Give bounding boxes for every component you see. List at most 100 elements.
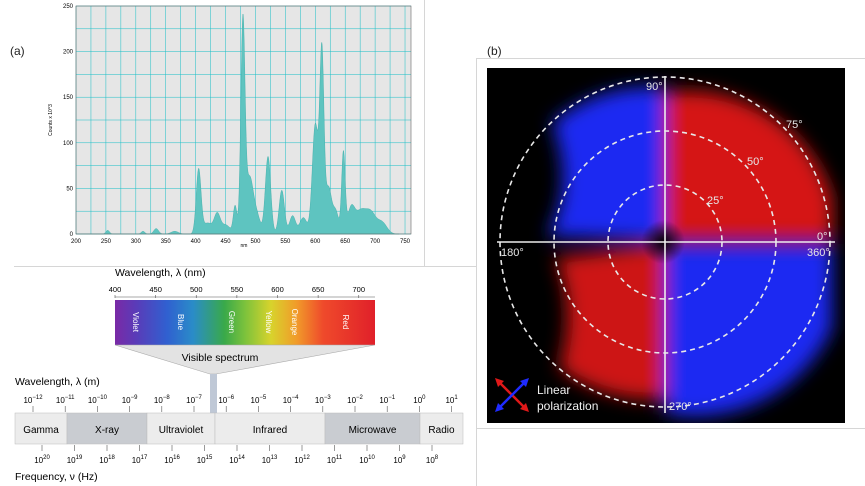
frame-line [476, 58, 477, 486]
wavelength-m-tick-label: 10−1 [379, 395, 395, 405]
x-tick-label: 250 [101, 239, 112, 245]
x-tick-label: 650 [340, 239, 351, 245]
x-tick-label: 350 [161, 239, 172, 245]
red-lobe-lower-left [555, 244, 665, 399]
frequency-tick-label: 1016 [164, 455, 180, 465]
angle-label-0: 0° [817, 231, 828, 243]
wavelength-m-tick-label: 10−9 [122, 395, 138, 405]
frequency-tick-label: 1019 [67, 455, 83, 465]
x-tick-label: 300 [131, 239, 142, 245]
visible-band-marker [210, 374, 217, 418]
emission-spectrum-chart: 200 250 300 350 400 450 500 550 600 650 700 750 0 50… [48, 4, 412, 249]
frequency-tick-label: 1012 [294, 455, 310, 465]
band-label: Gamma [23, 425, 59, 436]
em-spectrum-diagram: Wavelength, λ (nm) 400 450 500 550 600 650 700… [14, 267, 464, 483]
frequency-tick-label: 108 [426, 455, 439, 465]
nm-tick-labels: 400 450 500 550 600 650 700 [109, 285, 365, 298]
nm-tick-label: 500 [190, 285, 203, 294]
wavelength-m-tick-label: 10−8 [154, 395, 170, 405]
angle-label-270: 270° [669, 401, 692, 413]
frequency-tick-label: 109 [393, 455, 406, 465]
panel-label-b: (b) [487, 44, 502, 58]
wavelength-m-tick-labels: 10−12 10−11 10−10 10−9 10−8 10−7 10−6 10−5 10−4 1… [23, 395, 458, 412]
x-tick-label: 400 [191, 239, 202, 245]
frequency-title: Frequency, ν (Hz) [15, 471, 98, 483]
nm-tick-label: 450 [149, 285, 162, 294]
wavelength-m-tick-label: 10−4 [283, 395, 299, 405]
frequency-tick-label: 1018 [99, 455, 115, 465]
visible-spectrum-label: Visible spectrum [182, 352, 259, 364]
frame-line [424, 0, 425, 266]
frequency-tick-label: 1014 [229, 455, 245, 465]
wavelength-m-title: Wavelength, λ (m) [15, 376, 100, 388]
x-tick-label: 450 [221, 239, 232, 245]
angle-label-90: 90° [646, 81, 663, 93]
wavelength-m-tick-label: 10−5 [251, 395, 267, 405]
angle-label-180: 180° [501, 247, 524, 259]
frame-line [476, 428, 865, 429]
y-tick-label: 250 [63, 4, 74, 10]
y-axis-label: Counts x 10^3 [48, 104, 54, 136]
wavelength-m-tick-label: 10−2 [347, 395, 363, 405]
legend-polarization: polarization [537, 399, 598, 413]
nm-tick-label: 700 [352, 285, 365, 294]
frame-line [476, 58, 865, 59]
lobes [547, 87, 832, 417]
wavelength-m-tick-label: 10−7 [186, 395, 202, 405]
polar-svg: 90° 75° 50° 25° 0° 180° 360° 270° Linear… [495, 76, 835, 417]
nm-tick-label: 650 [312, 285, 325, 294]
legend-linear: Linear [537, 383, 570, 397]
color-name-label: Green [227, 311, 236, 333]
polarization-map: 90° 75° 50° 25° 0° 180° 360° 270° Linear… [487, 68, 845, 423]
band-label: Ultraviolet [159, 425, 204, 436]
y-tick-label: 50 [66, 186, 73, 192]
ring-label-25: 25° [707, 195, 724, 207]
angle-label-360: 360° [807, 247, 830, 259]
ring-label-75: 75° [786, 119, 803, 131]
nm-tick-label: 550 [231, 285, 244, 294]
frequency-tick-labels: 1020 1019 1018 1017 1016 1015 1014 1013 1012 1011… [34, 445, 439, 465]
color-name-label: Orange [290, 309, 299, 336]
frequency-tick-label: 1013 [262, 455, 278, 465]
color-name-label: Violet [131, 312, 140, 333]
wavelength-m-tick-label: 101 [445, 395, 458, 405]
color-name-label: Yellow [264, 311, 273, 334]
frequency-tick-label: 1020 [34, 455, 50, 465]
x-tick-label: 200 [71, 239, 82, 245]
wavelength-m-tick-label: 10−6 [218, 395, 234, 405]
nm-tick-label: 400 [109, 285, 122, 294]
frequency-tick-label: 1010 [359, 455, 375, 465]
y-tick-label: 150 [63, 95, 74, 101]
band-label: Microwave [349, 425, 397, 436]
nm-tick-label: 600 [271, 285, 284, 294]
wavelength-m-tick-label: 10−11 [56, 395, 75, 405]
frequency-tick-label: 1015 [197, 455, 213, 465]
wavelength-nm-title: Wavelength, λ (nm) [115, 267, 206, 279]
em-bands: Gamma X-ray Ultraviolet Infrared Microwave Ra… [14, 412, 464, 445]
x-tick-label: 500 [250, 239, 261, 245]
linear-polarization-arrows-icon [495, 378, 529, 412]
color-name-label: Blue [176, 314, 185, 331]
band-label: X-ray [95, 425, 119, 436]
ring-label-50: 50° [747, 156, 764, 168]
x-tick-label: 700 [370, 239, 381, 245]
y-tick-label: 0 [70, 232, 74, 238]
wavelength-m-tick-label: 10−3 [315, 395, 331, 405]
band-label: Radio [428, 425, 455, 436]
blue-lobe-lower-right [665, 244, 832, 417]
frequency-tick-label: 1011 [327, 455, 343, 465]
color-name-label: Red [341, 315, 350, 330]
wavelength-m-tick-label: 10−10 [88, 395, 108, 405]
x-tick-label: 550 [280, 239, 291, 245]
panel-label-a: (a) [10, 44, 25, 58]
band-label: Infrared [253, 425, 287, 436]
visible-color-bar [115, 300, 375, 345]
x-tick-label: 600 [310, 239, 321, 245]
x-tick-label: 750 [400, 239, 411, 245]
y-tick-label: 200 [63, 50, 74, 56]
y-tick-label: 100 [63, 141, 74, 147]
y-tick-labels: 0 50 100 150 200 250 [63, 4, 74, 238]
wavelength-m-tick-label: 100 [413, 395, 426, 405]
x-axis-label: nm [241, 243, 248, 249]
frequency-tick-label: 1017 [132, 455, 148, 465]
